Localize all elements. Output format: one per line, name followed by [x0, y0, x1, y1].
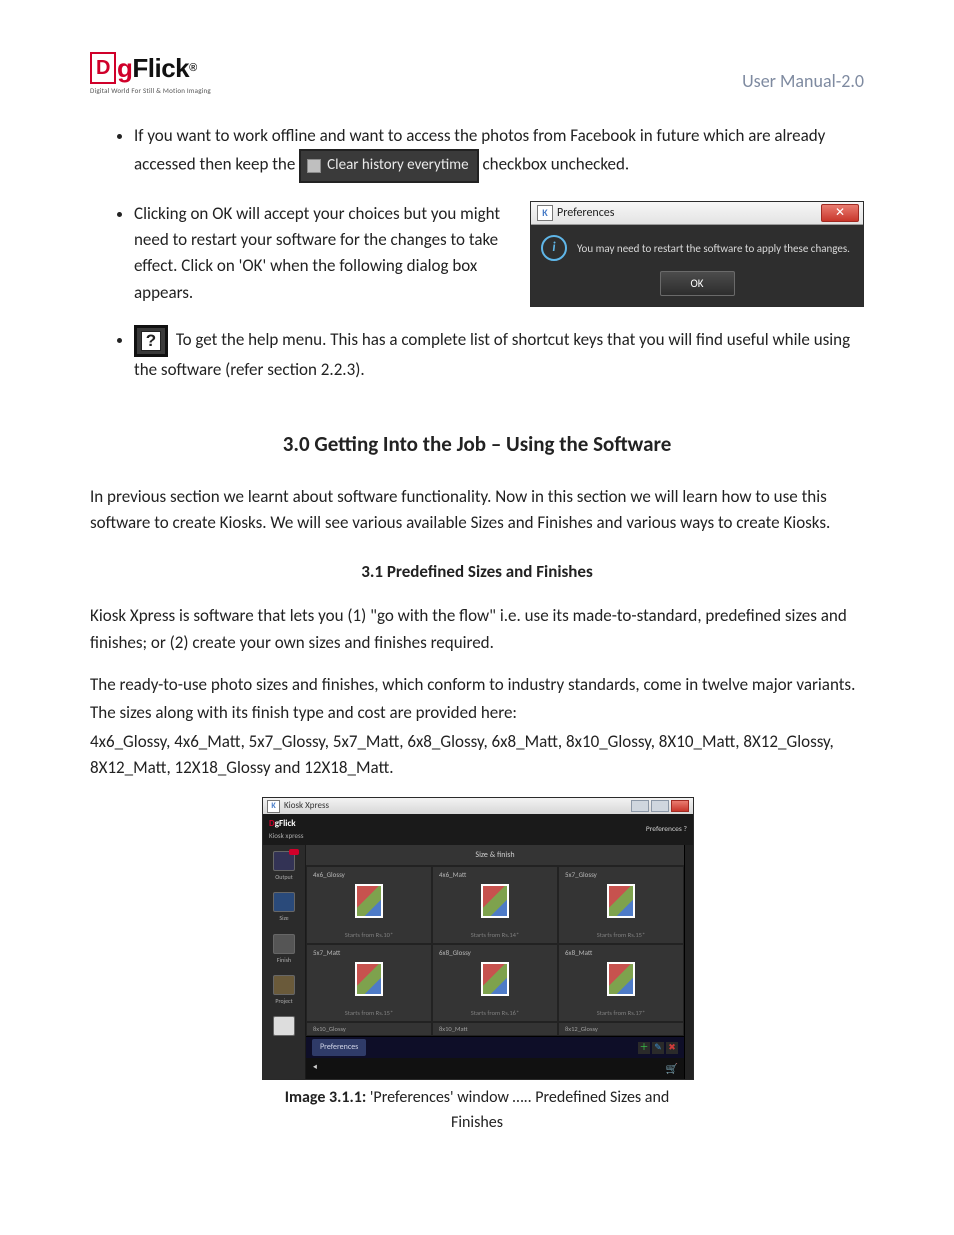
partial-row: 8x10_Glossy 8x10_Matt 8x12_Glossy — [306, 1022, 684, 1036]
brand-logo: DgFlick® Digital World For Still & Motio… — [90, 52, 211, 95]
back-arrow-icon[interactable]: ⯇ — [312, 1062, 318, 1074]
size-cell-partial[interactable]: 8x10_Matt — [432, 1022, 558, 1036]
preferences-button[interactable]: Preferences — [312, 1039, 366, 1055]
page: DgFlick® Digital World For Still & Motio… — [0, 0, 954, 1235]
sw-bottom-bar: Preferences ＋ ✎ ✖ — [306, 1036, 684, 1057]
question-mark-icon: ? — [141, 331, 161, 351]
help-icon: ? — [134, 325, 168, 357]
side-output[interactable]: Output — [273, 851, 295, 882]
sw-title: Kiosk Xpress — [284, 799, 329, 813]
dialog-titlebar: K Preferences ✕ — [531, 202, 863, 226]
window-controls — [631, 800, 689, 812]
size-cell[interactable]: 5x7_MattStarts from Rs.15* — [306, 944, 432, 1022]
content: If you want to work offline and want to … — [90, 123, 864, 1136]
window-close-button[interactable] — [671, 800, 689, 812]
checkbox-icon — [307, 159, 321, 173]
software-figure: K Kiosk Xpress DgFlick Kiosk xpress Pref… — [262, 797, 692, 1136]
size-cell[interactable]: 6x8_MattStarts from Rs.17* — [558, 944, 684, 1022]
app-small-icon: K — [537, 205, 553, 221]
sw-topbar: DgFlick Kiosk xpress Preferences ? — [263, 814, 693, 845]
info-icon: i — [541, 235, 567, 261]
dialog-message: You may need to restart the software to … — [577, 240, 850, 257]
cart-icon[interactable]: 🛒 — [666, 1061, 678, 1077]
sw-board: Size & finish 4x6_GlossyStarts from Rs.1… — [306, 845, 684, 1079]
bullet2-text: Clicking on OK will accept your choices … — [134, 201, 502, 306]
minimize-button[interactable] — [631, 800, 649, 812]
doc-title: User Manual-2.0 — [742, 52, 864, 92]
maximize-button[interactable] — [651, 800, 669, 812]
thumb-icon — [481, 884, 509, 918]
logo-tagline: Digital World For Still & Motion Imaging — [90, 86, 211, 95]
logo-reg-icon: ® — [189, 62, 197, 74]
thumb-icon — [607, 884, 635, 918]
preferences-dialog: K Preferences ✕ i You may need to restar… — [530, 201, 864, 308]
section-intro: In previous section we learnt about soft… — [90, 484, 864, 537]
mini-toolbar: ＋ ✎ ✖ — [638, 1042, 678, 1054]
para-3: The sizes along with its finish type and… — [90, 700, 864, 726]
edit-icon[interactable]: ✎ — [652, 1042, 664, 1054]
scrollbar[interactable] — [684, 845, 693, 1079]
software-window: K Kiosk Xpress DgFlick Kiosk xpress Pref… — [262, 797, 694, 1080]
para-2: The ready-to-use photo sizes and finishe… — [90, 672, 864, 698]
logo-text: Flick — [132, 53, 189, 84]
add-icon[interactable]: ＋ — [638, 1042, 650, 1054]
side-project[interactable]: Project — [273, 975, 295, 1006]
size-cell[interactable]: 4x6_MattStarts from Rs.14* — [432, 866, 558, 944]
bullet-item-3: ? To get the help menu. This has a compl… — [134, 325, 864, 383]
side-size[interactable]: Size — [273, 892, 295, 923]
figure-caption: Image 3.1.1: 'Preferences' window ….. Pr… — [262, 1086, 692, 1136]
sw-brand-sub: Kiosk xpress — [269, 831, 303, 842]
size-cell[interactable]: 5x7_GlossyStarts from Rs.15* — [558, 866, 684, 944]
size-cell-partial[interactable]: 8x12_Glossy — [558, 1022, 684, 1036]
caption-label: Image 3.1.1: — [285, 1088, 367, 1107]
logo-g: g — [117, 53, 132, 84]
size-cell[interactable]: 4x6_GlossyStarts from Rs.10* — [306, 866, 432, 944]
caption-text: 'Preferences' window ….. Predefined Size… — [366, 1088, 669, 1132]
chip-label: Clear history everytime — [327, 154, 468, 177]
ok-button[interactable]: OK — [660, 271, 735, 296]
bullet-item-1: If you want to work offline and want to … — [134, 123, 864, 183]
thumb-icon — [481, 962, 509, 996]
bullet3-text: To get the help menu. This has a complet… — [134, 329, 850, 380]
clear-history-checkbox-chip: Clear history everytime — [299, 149, 478, 182]
bullet1-pre: If you want to work offline and want to … — [134, 125, 825, 175]
size-grid: 4x6_GlossyStarts from Rs.10* 4x6_MattSta… — [306, 866, 684, 1022]
para-1: Kiosk Xpress is software that lets you (… — [90, 603, 864, 656]
bullet1-post: checkbox unchecked. — [482, 154, 629, 175]
page-header: DgFlick® Digital World For Still & Motio… — [90, 52, 864, 95]
dialog-title: Preferences — [557, 204, 614, 223]
side-doc[interactable] — [273, 1016, 295, 1036]
close-button[interactable]: ✕ — [821, 204, 859, 222]
sw-titlebar: K Kiosk Xpress — [263, 798, 693, 814]
thumb-icon — [355, 962, 383, 996]
sw-app-icon: K — [267, 800, 280, 813]
size-cell[interactable]: 6x8_GlossyStarts from Rs.16* — [432, 944, 558, 1022]
thumb-icon — [607, 962, 635, 996]
thumb-icon — [355, 884, 383, 918]
logo-d-icon: D — [90, 52, 116, 84]
sw-footer: ⯇ 🛒 — [306, 1058, 684, 1080]
size-cell-partial[interactable]: 8x10_Glossy — [306, 1022, 432, 1036]
sw-top-right[interactable]: Preferences ? — [646, 824, 687, 836]
bullet-list: If you want to work offline and want to … — [90, 123, 864, 384]
section-heading: 3.0 Getting Into the Job – Using the Sof… — [90, 428, 864, 461]
sw-sidebar: Output Size Finish Project — [263, 845, 306, 1079]
sw-logo: DgFlick — [269, 817, 303, 831]
para-4: 4x6_Glossy, 4x6_Matt, 5x7_Glossy, 5x7_Ma… — [90, 729, 864, 782]
bullet-item-2: Clicking on OK will accept your choices … — [134, 201, 864, 308]
subsection-heading: 3.1 Predefined Sizes and Finishes — [90, 559, 864, 585]
board-title: Size & finish — [306, 845, 684, 866]
delete-icon[interactable]: ✖ — [666, 1042, 678, 1054]
side-finish[interactable]: Finish — [273, 934, 295, 965]
